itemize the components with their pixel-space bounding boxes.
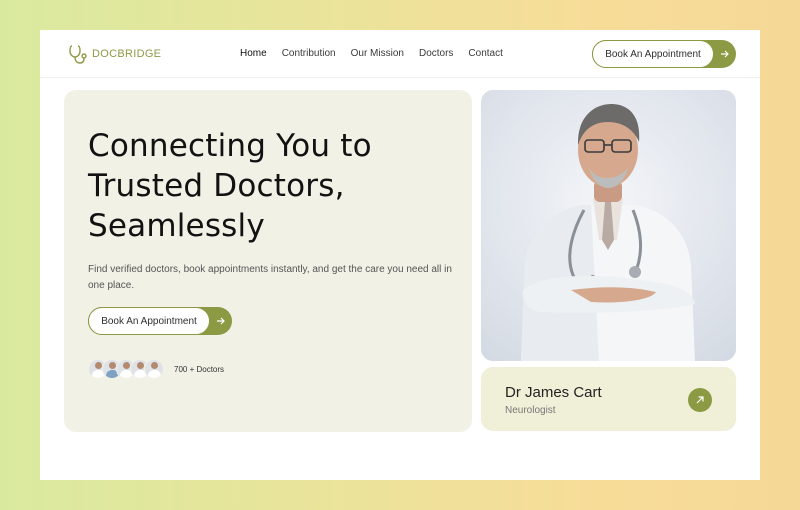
stethoscope-logo-icon: [69, 45, 87, 64]
nav-item-doctors[interactable]: Doctors: [419, 48, 453, 59]
hero-subtitle: Find verified doctors, book appointments…: [88, 264, 452, 291]
header-book-appointment-label: Book An Appointment: [592, 40, 714, 68]
brand-name: DOCBRIDGE: [92, 48, 162, 60]
arrow-right-icon: [210, 307, 232, 335]
doctor-specialty: Neurologist: [505, 405, 556, 416]
nav-item-home[interactable]: Home: [240, 48, 267, 59]
doctor-photo: [481, 90, 736, 361]
arrow-right-icon: [714, 40, 736, 68]
doctor-count: 700 + Doctors: [174, 364, 225, 374]
hero-book-appointment-button[interactable]: Book An Appointment: [88, 307, 232, 335]
header: DOCBRIDGE Home Contribution Our Mission …: [40, 30, 760, 78]
arrow-up-right-icon[interactable]: [688, 388, 712, 412]
hero-book-appointment-label: Book An Appointment: [88, 307, 210, 335]
hero-title: Connecting You to Trusted Doctors, Seaml…: [88, 128, 372, 244]
main-nav: Home Contribution Our Mission Doctors Co…: [240, 48, 518, 59]
doctor-avatars: 700 + Doctors: [88, 359, 224, 379]
doctor-illustration: [521, 104, 695, 361]
brand-logo[interactable]: DOCBRIDGE: [67, 43, 161, 65]
doctor-name: Dr James Cart: [505, 384, 602, 401]
hero-card: Connecting You to Trusted Doctors, Seaml…: [64, 90, 472, 432]
nav-item-contribution[interactable]: Contribution: [282, 48, 336, 59]
nav-item-our-mission[interactable]: Our Mission: [351, 48, 404, 59]
featured-doctor-card[interactable]: Dr James Cart Neurologist: [481, 367, 736, 431]
nav-item-contact[interactable]: Contact: [468, 48, 502, 59]
header-book-appointment-button[interactable]: Book An Appointment: [592, 40, 736, 68]
page: DOCBRIDGE Home Contribution Our Mission …: [40, 30, 760, 480]
avatar: [144, 359, 164, 379]
